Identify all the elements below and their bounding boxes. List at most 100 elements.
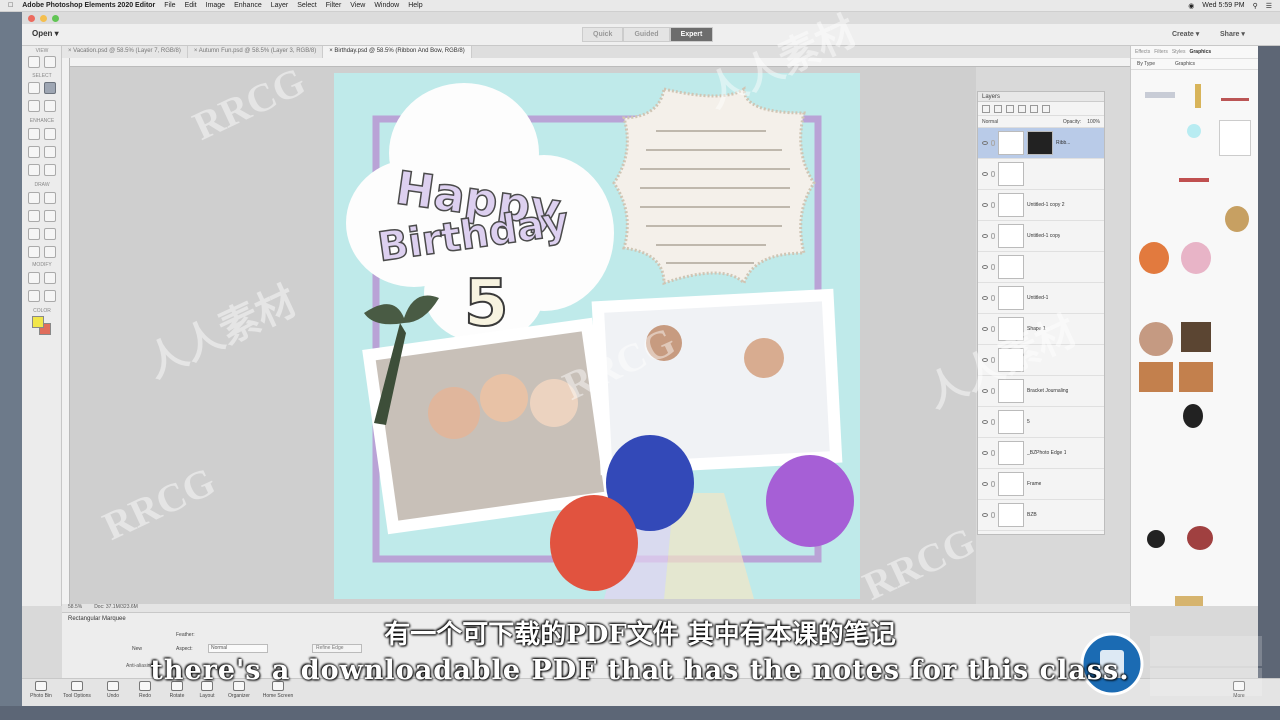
straighten-tool-icon[interactable] — [44, 290, 56, 302]
menu-view[interactable]: View — [350, 2, 365, 9]
crop-tool-icon[interactable] — [28, 272, 40, 284]
layer-row[interactable]: Shape 1 — [978, 314, 1104, 345]
minimize-window-icon[interactable] — [40, 14, 47, 22]
zoom-level[interactable]: 58.5% — [68, 604, 82, 612]
apple-icon[interactable]:  — [8, 2, 13, 9]
graphic-ribbon-icon[interactable] — [1179, 178, 1209, 182]
graphic-flower-icon[interactable] — [1187, 526, 1213, 550]
red-eye-tool-icon[interactable] — [28, 128, 40, 140]
graphic-sparkler-icon[interactable] — [1195, 84, 1201, 108]
recompose-tool-icon[interactable] — [44, 272, 56, 284]
blend-mode-select[interactable]: Normal — [982, 119, 998, 125]
rectangular-marquee-tool-icon[interactable] — [44, 82, 56, 94]
new-group-icon[interactable] — [994, 105, 1002, 113]
layer-row[interactable] — [978, 252, 1104, 283]
link-icon[interactable] — [991, 295, 995, 301]
menu-window[interactable]: Window — [374, 2, 399, 9]
graphic-beachball-icon[interactable] — [1181, 242, 1211, 274]
visibility-eye-icon[interactable] — [982, 203, 988, 207]
visibility-eye-icon[interactable] — [982, 389, 988, 393]
filter-value-select[interactable]: Graphics — [1175, 61, 1195, 67]
close-window-icon[interactable] — [28, 14, 35, 22]
menu-enhance[interactable]: Enhance — [234, 2, 262, 9]
graphic-teddy-bear-icon[interactable] — [1139, 322, 1173, 356]
search-icon[interactable]: ⚲ — [1253, 2, 1258, 10]
visibility-eye-icon[interactable] — [982, 420, 988, 424]
graphic-card-icon[interactable] — [1219, 120, 1251, 156]
layer-row[interactable]: Untitled-1 copy — [978, 221, 1104, 252]
graphic-basketball-icon[interactable] — [1139, 242, 1169, 274]
menubar-clock[interactable]: Wed 5:59 PM — [1202, 2, 1244, 10]
visibility-eye-icon[interactable] — [982, 513, 988, 517]
link-icon[interactable] — [991, 512, 995, 518]
layer-row[interactable]: 5 — [978, 407, 1104, 438]
paint-bucket-tool-icon[interactable] — [28, 210, 40, 222]
visibility-eye-icon[interactable] — [982, 172, 988, 176]
menu-file[interactable]: File — [164, 2, 175, 9]
graphic-cat-icon[interactable] — [1183, 404, 1203, 428]
menu-image[interactable]: Image — [206, 2, 225, 9]
lasso-tool-icon[interactable] — [28, 100, 40, 112]
visibility-eye-icon[interactable] — [982, 451, 988, 455]
zoom-window-icon[interactable] — [52, 14, 59, 22]
zoom-tool-icon[interactable] — [28, 56, 40, 68]
link-icon[interactable] — [991, 140, 995, 146]
menu-list-icon[interactable]: ☰ — [1266, 2, 1272, 10]
tab-filters[interactable]: Filters — [1154, 49, 1168, 55]
layer-row[interactable]: Ribb... — [978, 128, 1104, 159]
visibility-eye-icon[interactable] — [982, 234, 988, 238]
adjustment-layer-icon[interactable] — [1006, 105, 1014, 113]
link-icon[interactable] — [991, 450, 995, 456]
link-icon[interactable] — [991, 357, 995, 363]
link-icon[interactable] — [991, 202, 995, 208]
doc-tab-autumn-fun[interactable]: × Autumn Fun.psd @ 58.5% (Layer 3, RGB/8… — [187, 46, 324, 58]
smart-brush-tool-icon[interactable] — [28, 146, 40, 158]
sponge-tool-icon[interactable] — [44, 164, 56, 176]
layer-row[interactable] — [978, 159, 1104, 190]
tab-styles[interactable]: Styles — [1172, 49, 1186, 55]
layer-row[interactable]: _BZPhoto Edge 1 — [978, 438, 1104, 469]
layer-mask-icon[interactable] — [1018, 105, 1026, 113]
graphic-airplane-icon[interactable] — [1145, 92, 1175, 98]
visibility-eye-icon[interactable] — [982, 482, 988, 486]
create-button[interactable]: Create ▾ — [1172, 30, 1199, 38]
filter-by-select[interactable]: By Type — [1137, 61, 1155, 67]
visibility-eye-icon[interactable] — [982, 141, 988, 145]
clone-stamp-tool-icon[interactable] — [44, 146, 56, 158]
link-icon[interactable] — [991, 481, 995, 487]
visibility-eye-icon[interactable] — [982, 296, 988, 300]
move-tool-icon[interactable] — [28, 82, 40, 94]
menu-edit[interactable]: Edit — [185, 2, 197, 9]
graphic-beard-icon[interactable] — [1139, 362, 1173, 392]
link-icon[interactable] — [991, 233, 995, 239]
canvas-area[interactable]: Happy Birthday 5 — [70, 67, 976, 606]
quick-selection-tool-icon[interactable] — [44, 100, 56, 112]
tab-graphics[interactable]: Graphics — [1189, 49, 1211, 55]
gradient-tool-icon[interactable] — [44, 210, 56, 222]
visibility-eye-icon[interactable] — [982, 358, 988, 362]
visibility-eye-icon[interactable] — [982, 327, 988, 331]
graphic-black-ball-icon[interactable] — [1147, 530, 1165, 548]
menu-help[interactable]: Help — [408, 2, 422, 9]
layer-row[interactable]: Untitled-1 copy 2 — [978, 190, 1104, 221]
link-icon[interactable] — [991, 388, 995, 394]
new-layer-icon[interactable] — [982, 105, 990, 113]
trash-icon[interactable] — [1042, 105, 1050, 113]
graphic-star-icon[interactable] — [1175, 596, 1203, 606]
foreground-color-swatch[interactable] — [32, 316, 44, 328]
eraser-tool-icon[interactable] — [44, 192, 56, 204]
birthday-artboard[interactable]: Happy Birthday 5 — [334, 73, 860, 599]
app-menu[interactable]: Adobe Photoshop Elements 2020 Editor — [22, 2, 155, 9]
graphic-hair-icon[interactable] — [1181, 322, 1211, 352]
tab-guided[interactable]: Guided — [623, 27, 670, 42]
tab-expert[interactable]: Expert — [669, 27, 714, 42]
layer-row[interactable]: Untitled-1 — [978, 283, 1104, 314]
shape-tool-icon[interactable] — [44, 228, 56, 240]
tab-quick[interactable]: Quick — [582, 27, 624, 42]
doc-tab-birthday[interactable]: × Birthday.psd @ 58.5% (Ribbon And Bow, … — [323, 46, 472, 58]
menu-filter[interactable]: Filter — [326, 2, 342, 9]
spot-healing-tool-icon[interactable] — [44, 128, 56, 140]
content-aware-move-tool-icon[interactable] — [28, 290, 40, 302]
open-button[interactable]: Open ▾ — [32, 29, 59, 38]
brush-tool-icon[interactable] — [28, 192, 40, 204]
